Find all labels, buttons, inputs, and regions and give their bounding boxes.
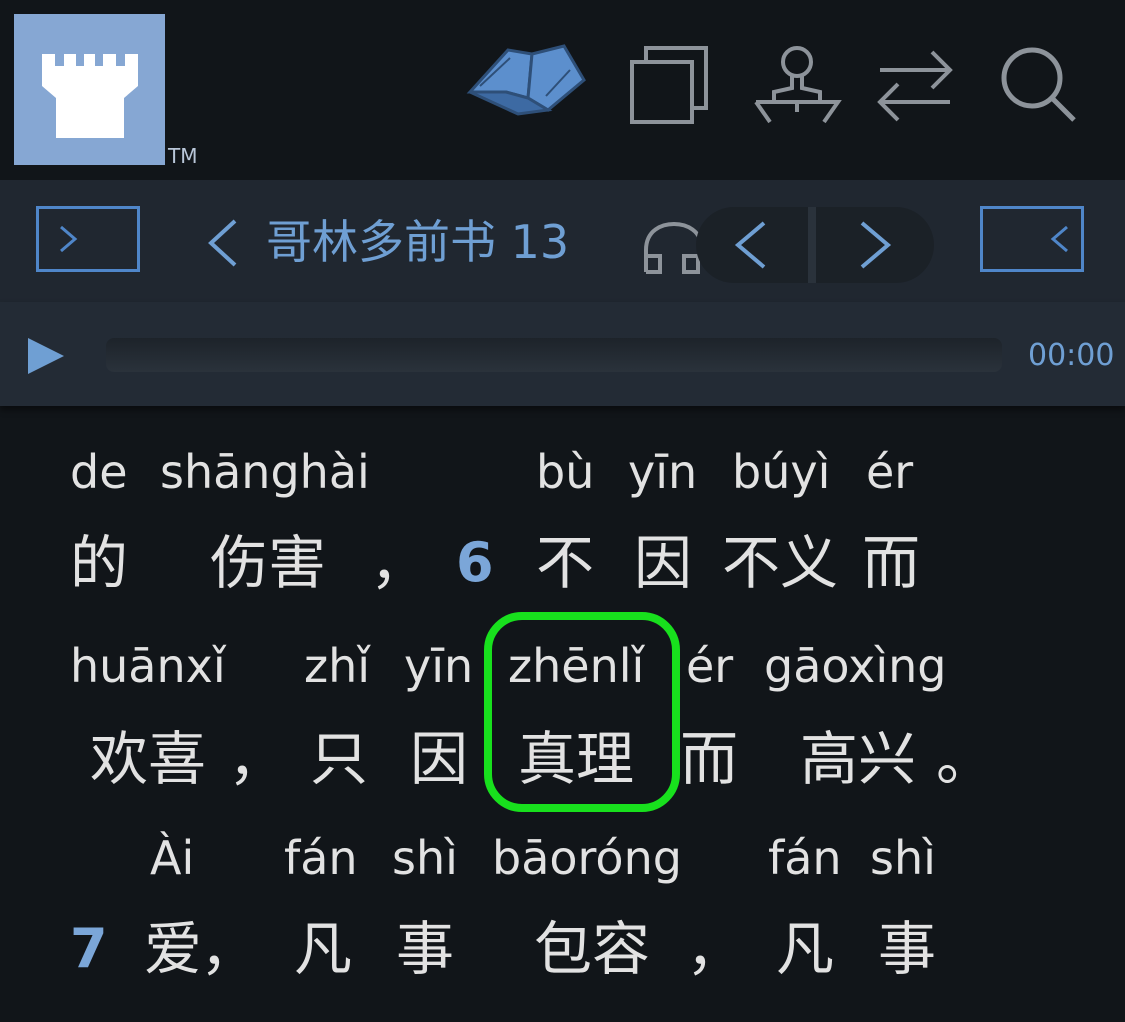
hanzi-word[interactable]: 事 — [878, 914, 936, 984]
verse-number[interactable]: 6 — [456, 528, 494, 598]
pinyin-word[interactable]: gāoxìng — [764, 638, 946, 694]
speaker-icon[interactable] — [752, 40, 842, 130]
hanzi-word[interactable]: 爱 — [144, 914, 202, 984]
hanzi-word[interactable]: 只 — [310, 724, 368, 794]
verse-number[interactable]: 7 — [70, 914, 108, 984]
pill-divider — [808, 207, 816, 283]
pinyin-word[interactable]: fán — [284, 830, 358, 886]
hanzi-word[interactable]: 的 — [70, 528, 128, 598]
play-button[interactable] — [26, 336, 66, 376]
pinyin-word[interactable]: de — [70, 444, 128, 500]
pinyin-word[interactable]: ér — [686, 638, 733, 694]
pinyin-word[interactable]: shānghài — [160, 444, 370, 500]
chevron-right-icon — [860, 221, 892, 269]
hanzi-punctuation: ， — [228, 725, 287, 793]
hanzi-word[interactable]: 因 — [634, 528, 692, 598]
pinyin-word[interactable]: zhǐ — [304, 638, 370, 694]
chevron-left-icon — [208, 219, 237, 267]
hanzi-word[interactable]: 欢喜 — [90, 724, 206, 794]
book-icon[interactable] — [466, 40, 586, 130]
navigation-bar: 哥林多前书 13 — [0, 180, 1125, 302]
chevron-right-icon — [60, 225, 78, 253]
pinyin-word[interactable]: yīn — [628, 444, 697, 500]
hanzi-punctuation: 。 — [936, 725, 995, 793]
hanzi-word[interactable]: 不 — [536, 528, 594, 598]
open-left-panel-button[interactable] — [36, 206, 140, 272]
reading-pane[interactable]: de shānghài bù yīn búyì ér 的 伤害 ， 6 不 因 … — [0, 406, 1125, 1022]
hanzi-word[interactable]: 不义 — [722, 528, 838, 598]
hanzi-punctuation: ， — [200, 915, 259, 983]
audio-progress-bar[interactable] — [106, 338, 1002, 372]
hanzi-word[interactable]: 事 — [396, 914, 454, 984]
pinyin-word[interactable]: Ài — [150, 830, 194, 886]
pinyin-word[interactable]: shì — [392, 830, 458, 886]
hanzi-word[interactable]: 高兴 — [800, 724, 916, 794]
hanzi-word[interactable]: 而 — [680, 724, 738, 794]
audio-time: 00:00 — [1028, 338, 1115, 373]
hanzi-word[interactable]: 伤害 — [210, 528, 326, 598]
trademark: TM — [168, 144, 198, 168]
search-icon[interactable] — [994, 40, 1084, 130]
header: TM — [0, 0, 1125, 180]
hanzi-punctuation: ， — [370, 529, 429, 597]
pinyin-word[interactable]: bāoróng — [492, 830, 682, 886]
chapter-nav-pill — [696, 207, 934, 283]
previous-chapter-button[interactable] — [696, 207, 810, 283]
logo[interactable] — [14, 14, 165, 165]
swap-icon[interactable] — [870, 40, 960, 130]
chapter-title[interactable]: 哥林多前书 13 — [266, 214, 569, 270]
play-icon — [28, 338, 64, 374]
pinyin-word[interactable]: ér — [866, 444, 913, 500]
selected-word-highlight — [484, 612, 680, 812]
open-right-panel-button[interactable] — [980, 206, 1084, 272]
hanzi-word[interactable]: 包容 — [534, 914, 650, 984]
hanzi-word[interactable]: 因 — [410, 724, 468, 794]
audio-player: 00:00 — [0, 302, 1125, 406]
chevron-left-icon — [734, 221, 766, 269]
copy-icon[interactable] — [624, 40, 714, 130]
hanzi-word[interactable]: 凡 — [776, 914, 834, 984]
chapter-back-button[interactable] — [203, 215, 243, 271]
pinyin-word[interactable]: búyì — [732, 444, 830, 500]
tower-icon — [42, 54, 138, 138]
app-window: TM 哥林多前书 13 00:00 de shānghài bù yīn búy… — [0, 0, 1125, 1022]
pinyin-word[interactable]: huānxǐ — [70, 638, 226, 694]
next-chapter-button[interactable] — [816, 207, 930, 283]
pinyin-word[interactable]: fán — [768, 830, 842, 886]
pinyin-word[interactable]: shì — [870, 830, 936, 886]
hanzi-word[interactable]: 而 — [862, 528, 920, 598]
hanzi-word[interactable]: 凡 — [294, 914, 352, 984]
chevron-left-icon — [1050, 225, 1068, 253]
hanzi-punctuation: ， — [686, 915, 745, 983]
pinyin-word[interactable]: bù — [536, 444, 594, 500]
pinyin-word[interactable]: yīn — [404, 638, 473, 694]
